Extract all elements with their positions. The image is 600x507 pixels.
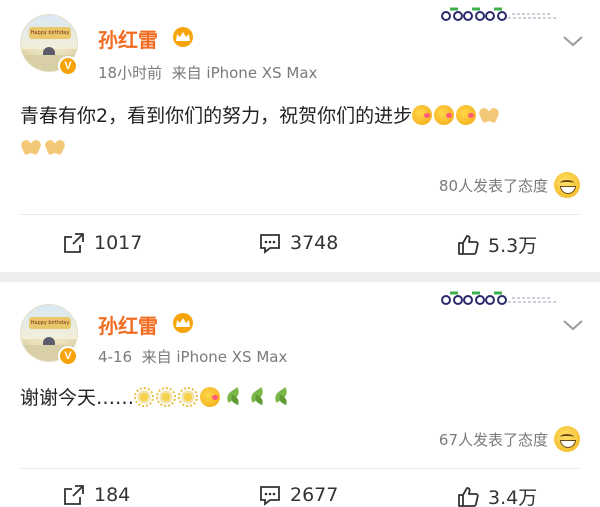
post-time: 4-16: [98, 348, 133, 366]
clap-emoji-icon: [478, 105, 500, 125]
verified-badge: V: [58, 346, 78, 366]
author-name[interactable]: 孙红雷: [98, 310, 158, 339]
reactions-summary[interactable]: 80人发表了态度: [439, 172, 580, 198]
crown-icon: [173, 27, 193, 47]
leaf-emoji-icon: [270, 387, 292, 407]
verified-badge: V: [58, 56, 78, 76]
flower-emoji-icon: [134, 387, 155, 407]
post-meta: 4-16 来自 iPhone XS Max: [98, 346, 287, 367]
repost-button[interactable]: 1017: [62, 231, 142, 255]
clap-emoji-icon: [44, 137, 66, 157]
bicycle-decoration-icon: [441, 7, 556, 21]
leaf-emoji-icon: [246, 387, 268, 407]
comment-count: 2677: [290, 484, 339, 506]
hug-emoji-icon: [434, 105, 455, 125]
hug-emoji-icon: [200, 387, 221, 407]
leaf-emoji-icon: [222, 387, 244, 407]
comment-icon: [260, 486, 280, 506]
comment-count: 3748: [290, 232, 339, 254]
chevron-down-icon[interactable]: [562, 318, 584, 332]
like-icon: [458, 234, 479, 255]
hug-emoji-icon: [412, 105, 433, 125]
repost-button[interactable]: 184: [62, 483, 130, 507]
comment-icon: [260, 234, 280, 254]
divider: [20, 468, 580, 469]
like-count: 3.4万: [488, 487, 538, 507]
post-source: 来自 iPhone XS Max: [141, 348, 288, 366]
post-source: 来自 iPhone XS Max: [171, 64, 318, 82]
comment-button[interactable]: 3748: [258, 231, 338, 255]
like-button[interactable]: 5.3万: [456, 231, 537, 258]
bicycle-decoration-icon: [441, 291, 556, 305]
post-text: 谢谢今天……: [20, 382, 580, 414]
repost-count: 1017: [94, 232, 143, 254]
divider: [20, 214, 580, 215]
weibo-post: Happy birthday V 孙红雷 4-16 来自 iPhone XS M…: [0, 282, 600, 507]
repost-icon: [64, 485, 84, 505]
post-meta: 18小时前 来自 iPhone XS Max: [98, 62, 317, 83]
chevron-down-icon[interactable]: [562, 34, 584, 48]
smile-icon[interactable]: [554, 426, 580, 452]
repost-icon: [64, 233, 84, 253]
comment-button[interactable]: 2677: [258, 483, 338, 507]
weibo-post: Happy birthday V 孙红雷 18小时前 来自 iPhone XS …: [0, 0, 600, 272]
like-icon: [458, 486, 479, 507]
like-button[interactable]: 3.4万: [456, 483, 537, 507]
flower-emoji-icon: [178, 387, 199, 407]
repost-count: 184: [94, 484, 131, 506]
author-name[interactable]: 孙红雷: [98, 24, 158, 53]
flower-emoji-icon: [156, 387, 177, 407]
crown-icon: [173, 313, 193, 333]
post-text: 青春有你2，看到你们的努力，祝贺你们的进步: [20, 100, 580, 164]
reactions-summary[interactable]: 67人发表了态度: [439, 426, 580, 452]
post-time: 18小时前: [98, 64, 163, 82]
clap-emoji-icon: [20, 137, 42, 157]
smile-icon[interactable]: [554, 172, 580, 198]
like-count: 5.3万: [488, 235, 538, 257]
hug-emoji-icon: [456, 105, 477, 125]
